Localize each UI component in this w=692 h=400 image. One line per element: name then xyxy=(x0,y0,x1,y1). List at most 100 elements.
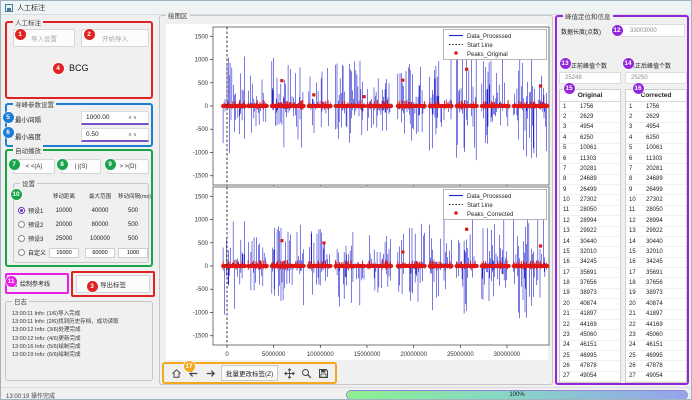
preset-label: 预设1 xyxy=(28,206,43,215)
table-row[interactable]: 1837656 xyxy=(560,278,620,288)
import-settings-button[interactable]: 导入设置 xyxy=(13,29,75,47)
svg-text:Data_Processed: Data_Processed xyxy=(467,34,511,40)
zoom-icon[interactable] xyxy=(300,367,312,379)
table-row[interactable]: 2345060 xyxy=(560,330,620,340)
reference-line-checkbox[interactable] xyxy=(10,280,17,287)
table-row[interactable]: 2749054 xyxy=(560,372,620,382)
preset-row-预设1: 预设11000040000500 xyxy=(14,204,148,217)
table-row[interactable]: 2546995 xyxy=(626,351,686,361)
autoplay-forward-button[interactable]: > >(D) xyxy=(107,159,149,174)
table-row[interactable]: 926499 xyxy=(560,185,620,195)
table-row[interactable]: 34954 xyxy=(626,123,686,133)
spinner-arrows-icon[interactable]: ∧∨ xyxy=(128,115,138,121)
table-row[interactable]: 1329922 xyxy=(560,227,620,237)
table-row[interactable]: 11756 xyxy=(560,102,620,112)
min-interval-input[interactable] xyxy=(82,114,128,121)
table-row[interactable]: 1228994 xyxy=(560,216,620,226)
table-row[interactable]: 510061 xyxy=(560,144,620,154)
autoplay-back-button[interactable]: < <(A) xyxy=(13,159,55,174)
table-row[interactable]: 1128050 xyxy=(626,206,686,216)
pan-icon[interactable] xyxy=(283,367,295,379)
table-row[interactable]: 2446151 xyxy=(560,341,620,351)
table-row[interactable]: 824689 xyxy=(626,175,686,185)
table-row[interactable]: 2040874 xyxy=(560,299,620,309)
table-row[interactable]: 1735691 xyxy=(560,268,620,278)
preset-radio[interactable] xyxy=(18,249,25,256)
corrected-peaks-table[interactable]: Corrected1175622629349544625051006161130… xyxy=(625,89,687,383)
start-import-button[interactable]: 开始导入 xyxy=(81,29,149,47)
table-row[interactable]: 611303 xyxy=(626,154,686,164)
table-row[interactable]: 2446151 xyxy=(626,341,686,351)
table-row[interactable]: 1532010 xyxy=(560,247,620,257)
table-row[interactable]: 2546995 xyxy=(560,351,620,361)
autoplay-settings-group: 设置 移动距离 最大范围 移动间隔(ms) 预设11000040000500预设… xyxy=(13,183,149,263)
svg-text:-1500: -1500 xyxy=(193,334,209,340)
table-row[interactable]: 926499 xyxy=(626,185,686,195)
autoplay-pause-button[interactable]: | |(S) xyxy=(61,159,101,174)
log-title: 日志 xyxy=(12,296,29,306)
table-row[interactable]: 2647878 xyxy=(626,361,686,371)
table-row[interactable]: 1634245 xyxy=(626,258,686,268)
preset-value: 25000 xyxy=(46,236,82,242)
table-row[interactable]: 1228994 xyxy=(626,216,686,226)
table-row[interactable]: 510061 xyxy=(626,144,686,154)
custom-value-input[interactable] xyxy=(85,248,115,258)
table-row[interactable]: 1837656 xyxy=(626,278,686,288)
table-row[interactable]: 46250 xyxy=(560,133,620,143)
table-row[interactable]: 1430440 xyxy=(626,237,686,247)
log-line: 13:00:16 Info: (5/6)绘制完成 xyxy=(12,343,148,351)
table-row[interactable]: 34954 xyxy=(560,123,620,133)
table-row[interactable]: 2141897 xyxy=(560,310,620,320)
table-row[interactable]: 22629 xyxy=(626,112,686,122)
min-height-input[interactable] xyxy=(82,131,128,138)
table-row[interactable]: 2141897 xyxy=(626,310,686,320)
min-interval-spinbox[interactable]: ∧∨ xyxy=(81,111,149,125)
table-row[interactable]: 2345060 xyxy=(626,330,686,340)
back-icon[interactable] xyxy=(187,367,199,379)
plot-original[interactable]: 150010005000-500-1000-1500Data_Processed… xyxy=(166,26,560,188)
table-row[interactable]: 11756 xyxy=(626,102,686,112)
table-row[interactable]: 611303 xyxy=(560,154,620,164)
svg-text:1000: 1000 xyxy=(195,218,209,224)
table-row[interactable]: 2244169 xyxy=(626,320,686,330)
forward-icon[interactable] xyxy=(204,367,216,379)
preset-radio[interactable] xyxy=(18,235,25,242)
table-row[interactable]: 720281 xyxy=(626,164,686,174)
table-row[interactable]: 2749054 xyxy=(626,372,686,382)
preset-radio[interactable] xyxy=(18,221,25,228)
svg-text:500: 500 xyxy=(198,241,209,247)
table-row[interactable]: 1329922 xyxy=(626,227,686,237)
min-height-spinbox[interactable]: ∧∨ xyxy=(81,128,149,142)
table-row[interactable]: 1938973 xyxy=(626,289,686,299)
table-row[interactable]: 2244169 xyxy=(560,320,620,330)
table-row[interactable]: 1532010 xyxy=(626,247,686,257)
table-row[interactable]: 720281 xyxy=(560,164,620,174)
original-peaks-table[interactable]: Original11756226293495446250510061611303… xyxy=(559,89,621,383)
table-row[interactable]: 1430440 xyxy=(560,237,620,247)
table-row[interactable]: 22629 xyxy=(560,112,620,122)
table-row[interactable]: 1735691 xyxy=(626,268,686,278)
spinner-arrows-icon[interactable]: ∧∨ xyxy=(128,132,138,138)
export-labels-button[interactable]: 导出标签 xyxy=(76,275,150,293)
table-row[interactable]: 1634245 xyxy=(560,258,620,268)
plot-figure[interactable]: 150010005000-500-1000-1500Data_Processed… xyxy=(166,24,548,360)
preset-radio[interactable] xyxy=(18,207,25,214)
table-row[interactable]: 2040874 xyxy=(626,299,686,309)
custom-value-input[interactable] xyxy=(49,248,79,258)
custom-value-input[interactable] xyxy=(118,248,148,258)
table-row[interactable]: 1027302 xyxy=(560,195,620,205)
svg-text:-1000: -1000 xyxy=(193,310,209,316)
batch-edit-labels-button[interactable]: 批量更改标签(Z) xyxy=(221,365,278,381)
table-row[interactable]: 2647878 xyxy=(560,361,620,371)
plot-corrected[interactable]: 150010005000-500-1000-150005000000100000… xyxy=(166,186,560,360)
preset-row-预设2: 预设22000080000500 xyxy=(14,218,148,231)
table-row[interactable]: 1027302 xyxy=(626,195,686,205)
home-icon[interactable] xyxy=(170,367,182,379)
save-icon[interactable] xyxy=(317,367,329,379)
table-row[interactable]: 824689 xyxy=(560,175,620,185)
table-header: Corrected xyxy=(626,90,686,102)
table-row[interactable]: 1938973 xyxy=(560,289,620,299)
table-row[interactable]: 46250 xyxy=(626,133,686,143)
table-row[interactable]: 1128050 xyxy=(560,206,620,216)
log-line: 13:00:12 Info: (3/6)处理完成 xyxy=(12,326,148,334)
